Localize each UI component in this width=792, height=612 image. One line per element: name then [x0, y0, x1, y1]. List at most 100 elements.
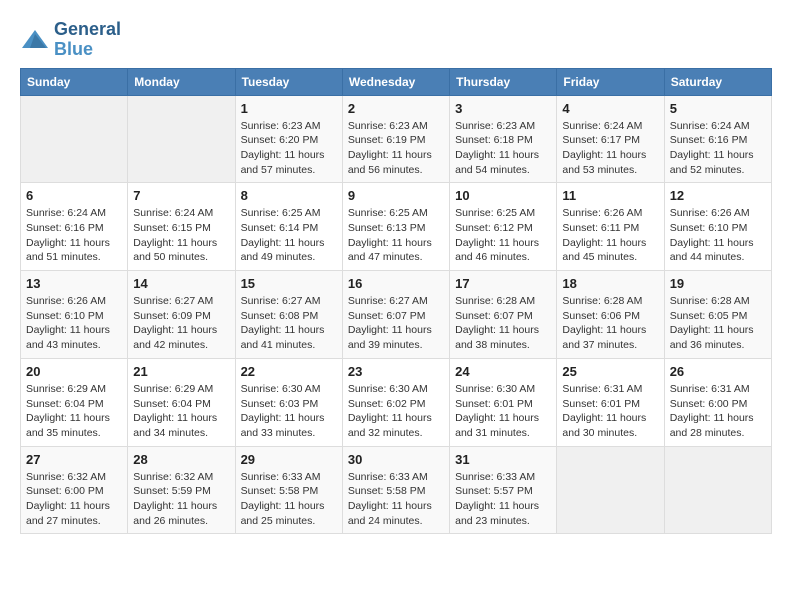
day-number: 16 [348, 276, 444, 291]
day-info: Sunrise: 6:31 AM Sunset: 6:00 PM Dayligh… [670, 382, 766, 441]
day-number: 30 [348, 452, 444, 467]
day-info: Sunrise: 6:30 AM Sunset: 6:03 PM Dayligh… [241, 382, 337, 441]
calendar-day-cell [557, 446, 664, 534]
day-number: 5 [670, 101, 766, 116]
calendar-day-cell: 27 Sunrise: 6:32 AM Sunset: 6:00 PM Dayli… [21, 446, 128, 534]
day-of-week-header: Friday [557, 68, 664, 95]
day-info: Sunrise: 6:27 AM Sunset: 6:08 PM Dayligh… [241, 294, 337, 353]
day-info: Sunrise: 6:30 AM Sunset: 6:01 PM Dayligh… [455, 382, 551, 441]
day-info: Sunrise: 6:27 AM Sunset: 6:07 PM Dayligh… [348, 294, 444, 353]
calendar-day-cell: 17 Sunrise: 6:28 AM Sunset: 6:07 PM Dayli… [450, 271, 557, 359]
day-info: Sunrise: 6:29 AM Sunset: 6:04 PM Dayligh… [133, 382, 229, 441]
calendar-day-cell: 1 Sunrise: 6:23 AM Sunset: 6:20 PM Daylig… [235, 95, 342, 183]
day-number: 9 [348, 188, 444, 203]
day-number: 24 [455, 364, 551, 379]
day-info: Sunrise: 6:24 AM Sunset: 6:16 PM Dayligh… [670, 119, 766, 178]
day-info: Sunrise: 6:29 AM Sunset: 6:04 PM Dayligh… [26, 382, 122, 441]
day-info: Sunrise: 6:24 AM Sunset: 6:16 PM Dayligh… [26, 206, 122, 265]
day-of-week-header: Saturday [664, 68, 771, 95]
calendar-day-cell: 20 Sunrise: 6:29 AM Sunset: 6:04 PM Dayli… [21, 358, 128, 446]
calendar-day-cell [21, 95, 128, 183]
day-info: Sunrise: 6:28 AM Sunset: 6:07 PM Dayligh… [455, 294, 551, 353]
day-info: Sunrise: 6:28 AM Sunset: 6:05 PM Dayligh… [670, 294, 766, 353]
calendar-day-cell: 31 Sunrise: 6:33 AM Sunset: 5:57 PM Dayli… [450, 446, 557, 534]
day-info: Sunrise: 6:28 AM Sunset: 6:06 PM Dayligh… [562, 294, 658, 353]
calendar-day-cell: 5 Sunrise: 6:24 AM Sunset: 6:16 PM Daylig… [664, 95, 771, 183]
logo-text: General Blue [54, 20, 121, 60]
day-number: 1 [241, 101, 337, 116]
day-info: Sunrise: 6:26 AM Sunset: 6:10 PM Dayligh… [670, 206, 766, 265]
calendar-day-cell: 2 Sunrise: 6:23 AM Sunset: 6:19 PM Daylig… [342, 95, 449, 183]
calendar-day-cell: 28 Sunrise: 6:32 AM Sunset: 5:59 PM Dayli… [128, 446, 235, 534]
day-info: Sunrise: 6:23 AM Sunset: 6:18 PM Dayligh… [455, 119, 551, 178]
day-number: 6 [26, 188, 122, 203]
day-info: Sunrise: 6:33 AM Sunset: 5:57 PM Dayligh… [455, 470, 551, 529]
day-number: 12 [670, 188, 766, 203]
day-number: 4 [562, 101, 658, 116]
day-info: Sunrise: 6:26 AM Sunset: 6:11 PM Dayligh… [562, 206, 658, 265]
day-of-week-header: Monday [128, 68, 235, 95]
day-number: 3 [455, 101, 551, 116]
day-info: Sunrise: 6:23 AM Sunset: 6:20 PM Dayligh… [241, 119, 337, 178]
calendar-week-row: 20 Sunrise: 6:29 AM Sunset: 6:04 PM Dayli… [21, 358, 772, 446]
day-info: Sunrise: 6:25 AM Sunset: 6:14 PM Dayligh… [241, 206, 337, 265]
day-number: 20 [26, 364, 122, 379]
calendar-day-cell: 9 Sunrise: 6:25 AM Sunset: 6:13 PM Daylig… [342, 183, 449, 271]
calendar-day-cell: 12 Sunrise: 6:26 AM Sunset: 6:10 PM Dayli… [664, 183, 771, 271]
day-number: 27 [26, 452, 122, 467]
day-number: 14 [133, 276, 229, 291]
day-number: 23 [348, 364, 444, 379]
day-number: 10 [455, 188, 551, 203]
page-header: General Blue [20, 20, 772, 60]
day-info: Sunrise: 6:31 AM Sunset: 6:01 PM Dayligh… [562, 382, 658, 441]
calendar-day-cell: 14Sunrise: 6:27 AM Sunset: 6:09 PM Dayli… [128, 271, 235, 359]
day-of-week-header: Tuesday [235, 68, 342, 95]
calendar-day-cell: 18 Sunrise: 6:28 AM Sunset: 6:06 PM Dayli… [557, 271, 664, 359]
calendar-day-cell: 29Sunrise: 6:33 AM Sunset: 5:58 PM Dayli… [235, 446, 342, 534]
calendar-day-cell: 26 Sunrise: 6:31 AM Sunset: 6:00 PM Dayli… [664, 358, 771, 446]
day-of-week-header: Thursday [450, 68, 557, 95]
calendar-day-cell: 4 Sunrise: 6:24 AM Sunset: 6:17 PM Daylig… [557, 95, 664, 183]
day-number: 15 [241, 276, 337, 291]
day-number: 26 [670, 364, 766, 379]
calendar-day-cell: 13 Sunrise: 6:26 AM Sunset: 6:10 PM Dayli… [21, 271, 128, 359]
day-number: 22 [241, 364, 337, 379]
day-number: 28 [133, 452, 229, 467]
day-number: 18 [562, 276, 658, 291]
calendar-day-cell: 7 Sunrise: 6:24 AM Sunset: 6:15 PM Daylig… [128, 183, 235, 271]
calendar-day-cell: 6 Sunrise: 6:24 AM Sunset: 6:16 PM Daylig… [21, 183, 128, 271]
calendar-day-cell: 19Sunrise: 6:28 AM Sunset: 6:05 PM Dayli… [664, 271, 771, 359]
day-info: Sunrise: 6:23 AM Sunset: 6:19 PM Dayligh… [348, 119, 444, 178]
day-info: Sunrise: 6:24 AM Sunset: 6:15 PM Dayligh… [133, 206, 229, 265]
calendar-day-cell: 10 Sunrise: 6:25 AM Sunset: 6:12 PM Dayli… [450, 183, 557, 271]
day-number: 11 [562, 188, 658, 203]
calendar-week-row: 1 Sunrise: 6:23 AM Sunset: 6:20 PM Daylig… [21, 95, 772, 183]
day-number: 2 [348, 101, 444, 116]
day-info: Sunrise: 6:25 AM Sunset: 6:12 PM Dayligh… [455, 206, 551, 265]
logo: General Blue [20, 20, 121, 60]
calendar-day-cell: 15 Sunrise: 6:27 AM Sunset: 6:08 PM Dayli… [235, 271, 342, 359]
day-number: 29 [241, 452, 337, 467]
calendar-day-cell: 11 Sunrise: 6:26 AM Sunset: 6:11 PM Dayli… [557, 183, 664, 271]
day-number: 7 [133, 188, 229, 203]
day-number: 31 [455, 452, 551, 467]
calendar-day-cell: 16 Sunrise: 6:27 AM Sunset: 6:07 PM Dayli… [342, 271, 449, 359]
calendar-day-cell: 24 Sunrise: 6:30 AM Sunset: 6:01 PM Dayli… [450, 358, 557, 446]
calendar-day-cell: 21Sunrise: 6:29 AM Sunset: 6:04 PM Dayli… [128, 358, 235, 446]
day-number: 25 [562, 364, 658, 379]
calendar-day-cell [664, 446, 771, 534]
day-info: Sunrise: 6:32 AM Sunset: 6:00 PM Dayligh… [26, 470, 122, 529]
day-info: Sunrise: 6:32 AM Sunset: 5:59 PM Dayligh… [133, 470, 229, 529]
calendar-day-cell: 30Sunrise: 6:33 AM Sunset: 5:58 PM Dayli… [342, 446, 449, 534]
calendar-day-cell: 25 Sunrise: 6:31 AM Sunset: 6:01 PM Dayli… [557, 358, 664, 446]
day-number: 13 [26, 276, 122, 291]
calendar-table: SundayMondayTuesdayWednesdayThursdayFrid… [20, 68, 772, 535]
day-number: 17 [455, 276, 551, 291]
calendar-week-row: 13 Sunrise: 6:26 AM Sunset: 6:10 PM Dayli… [21, 271, 772, 359]
day-info: Sunrise: 6:26 AM Sunset: 6:10 PM Dayligh… [26, 294, 122, 353]
day-number: 8 [241, 188, 337, 203]
day-info: Sunrise: 6:24 AM Sunset: 6:17 PM Dayligh… [562, 119, 658, 178]
calendar-day-cell: 8 Sunrise: 6:25 AM Sunset: 6:14 PM Daylig… [235, 183, 342, 271]
day-info: Sunrise: 6:25 AM Sunset: 6:13 PM Dayligh… [348, 206, 444, 265]
day-of-week-header: Sunday [21, 68, 128, 95]
